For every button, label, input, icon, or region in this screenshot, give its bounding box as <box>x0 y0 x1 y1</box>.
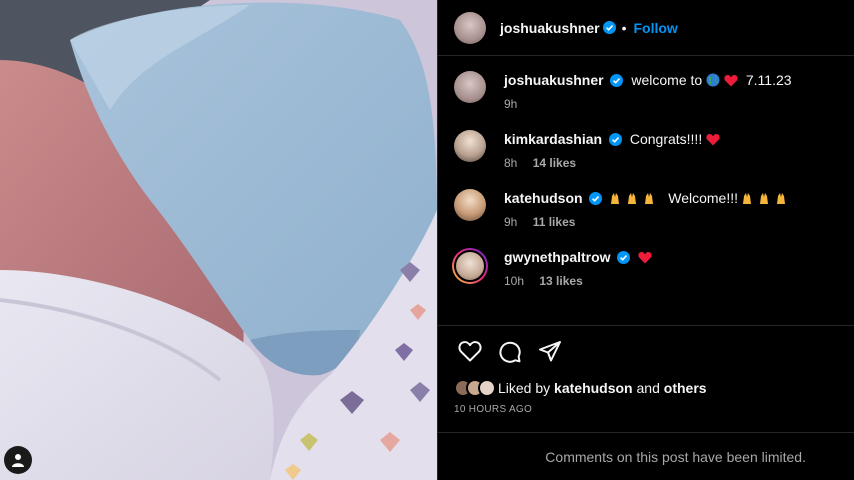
follow-button[interactable]: Follow <box>634 20 678 36</box>
caption: joshuakushner welcome to 7.11.23 9h <box>454 71 838 111</box>
caption-username[interactable]: joshuakushner <box>504 72 604 88</box>
post-header: joshuakushner • Follow <box>438 0 854 56</box>
baby-photo-image <box>0 0 437 480</box>
comment-time: 9h <box>504 215 518 229</box>
caption-avatar[interactable] <box>454 71 486 103</box>
caption-date: 7.11.23 <box>745 72 792 88</box>
verified-badge-icon <box>602 21 616 34</box>
commenter-avatar[interactable] <box>454 130 486 162</box>
raising-hands-icon <box>611 193 654 204</box>
comment-username[interactable]: kimkardashian <box>504 131 602 147</box>
caption-text: welcome to <box>631 72 703 88</box>
post-actions-section: Liked by katehudson and others 10 HOURS … <box>438 325 854 431</box>
action-bar <box>450 326 838 376</box>
commenter-avatar[interactable] <box>454 189 486 221</box>
liked-by-others[interactable]: others <box>664 380 707 396</box>
liked-by-and: and <box>636 380 660 396</box>
comment-likes[interactable]: 14 likes <box>533 156 576 170</box>
liker-avatars <box>454 379 496 397</box>
verified-badge-icon <box>608 133 622 146</box>
comment-text: Welcome!!! <box>668 190 739 206</box>
comment-bubble-icon <box>499 341 521 363</box>
red-heart-icon <box>638 252 652 264</box>
comment-item: katehudson Welcome!!! 9h 11 likes <box>454 189 838 229</box>
post-timestamp[interactable]: 10 HOURS AGO <box>454 404 838 415</box>
comment-username[interactable]: katehudson <box>504 190 583 206</box>
comment-button[interactable] <box>490 331 530 371</box>
commenter-avatar-story-ring[interactable] <box>452 248 488 284</box>
red-heart-icon <box>706 134 720 146</box>
paper-plane-icon <box>539 341 561 362</box>
person-icon <box>12 454 24 467</box>
comment-time: 8h <box>504 156 518 170</box>
globe-icon <box>706 73 720 87</box>
red-heart-icon <box>724 75 738 87</box>
comments-list: joshuakushner welcome to 7.11.23 9h kimk… <box>438 57 854 325</box>
liked-by-prefix: Liked by <box>498 380 551 396</box>
post-detail-panel: joshuakushner • Follow joshuakushner wel… <box>437 0 854 480</box>
comments-limited-notice: Comments on this post have been limited. <box>438 432 854 480</box>
post-photo <box>0 0 437 480</box>
comment-item: gwynethpaltrow 10h 13 likes <box>452 248 838 288</box>
tagged-users-button[interactable] <box>4 446 32 474</box>
comment-time: 10h <box>504 274 525 288</box>
comment-likes[interactable]: 13 likes <box>539 274 582 288</box>
author-avatar[interactable] <box>454 11 486 44</box>
verified-badge-icon <box>610 74 624 87</box>
liked-by-row[interactable]: Liked by katehudson and others <box>454 376 838 400</box>
share-button[interactable] <box>530 331 570 371</box>
comment-item: kimkardashian Congrats!!!! 8h 14 likes <box>454 130 838 170</box>
author-username[interactable]: joshuakushner <box>500 20 600 36</box>
verified-badge-icon <box>617 251 631 264</box>
comment-username[interactable]: gwynethpaltrow <box>504 249 611 265</box>
verified-badge-icon <box>589 192 603 205</box>
like-button[interactable] <box>450 331 490 371</box>
comment-likes[interactable]: 11 likes <box>533 215 576 229</box>
comment-text: Congrats!!!! <box>629 131 703 147</box>
raising-hands-icon <box>742 193 785 204</box>
caption-time: 9h <box>504 97 518 111</box>
separator-dot: • <box>621 19 627 36</box>
liked-by-user[interactable]: katehudson <box>554 380 633 396</box>
heart-icon <box>458 341 482 362</box>
